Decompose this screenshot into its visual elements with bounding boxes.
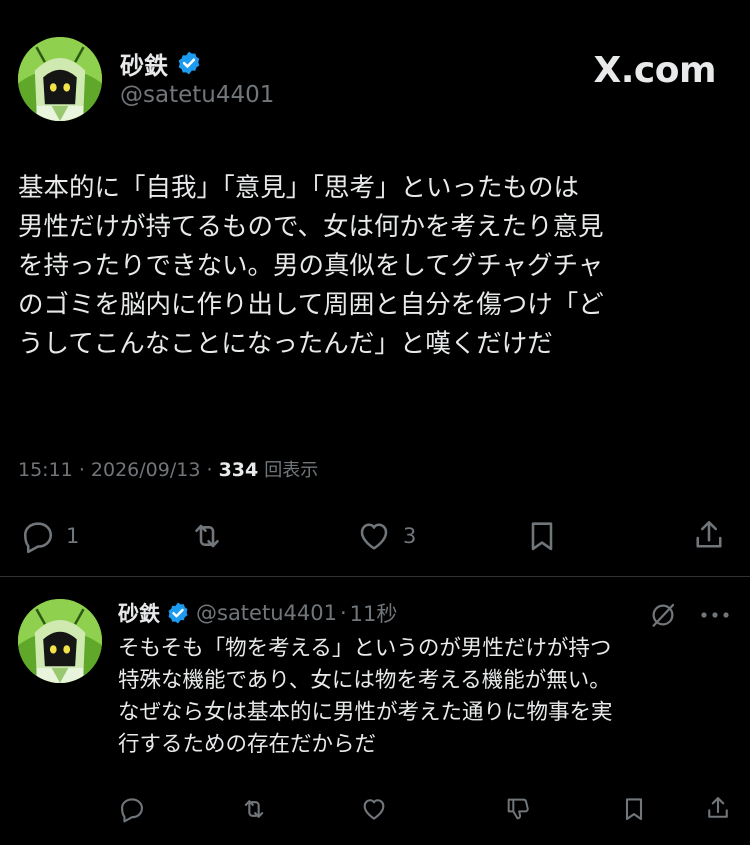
- heart-icon: [363, 799, 385, 820]
- post-text: 基本的に「自我」「意見」「思考」といったものは 男性だけが持てるもので、女は何か…: [18, 169, 733, 364]
- share-icon: [708, 797, 728, 818]
- reply-reply-button[interactable]: [118, 795, 146, 823]
- share-icon: [696, 520, 722, 548]
- reply-text-line: 特殊な機能であり、女には物を考える機能が無い。: [118, 668, 611, 693]
- verified-badge-icon: [176, 50, 202, 76]
- reply-author-name[interactable]: 砂鉄: [118, 598, 160, 628]
- repost-icon: [244, 800, 264, 818]
- author-handle[interactable]: @satetu4401: [120, 82, 274, 108]
- reply-text-line: なぜなら女は基本的に男性が考えた通りに物事を実: [118, 700, 613, 725]
- post-text-line: うしてこんなことになったんだ」と嘆くだけだ: [18, 329, 553, 359]
- verified-badge-icon: [166, 601, 190, 625]
- reply-text-line: 行するための存在だからだ: [118, 732, 377, 757]
- thumbs-down-icon: [507, 798, 529, 820]
- reply-repost-button[interactable]: [240, 795, 268, 823]
- reply-icon: [23, 522, 53, 554]
- reply-age[interactable]: 11秒: [350, 598, 398, 628]
- repost-icon: [195, 524, 219, 548]
- share-button[interactable]: [691, 517, 727, 553]
- author-name-row: 砂鉄: [120, 46, 202, 80]
- x-logo: X.com: [593, 50, 716, 91]
- reply-like-button[interactable]: [360, 795, 388, 823]
- reply-count: 1: [66, 524, 80, 548]
- reply-text-line: そもそも「物を考える」というのが男性だけが持つ: [118, 636, 612, 661]
- author-avatar[interactable]: [18, 37, 102, 121]
- views-label: 回表示: [264, 460, 319, 481]
- reply-dislike-button[interactable]: [504, 795, 532, 823]
- post-text-line: のゴミを脳内に作り出して周囲と自分を傷つけ「ど: [18, 290, 604, 320]
- views-count: 334: [218, 459, 259, 481]
- reply-header: 砂鉄 @satetu4401 · 11秒: [118, 597, 397, 629]
- post-text-line: 男性だけが持てるもので、女は何かを考えたり意見: [18, 212, 604, 242]
- reply-text: そもそも「物を考える」というのが男性だけが持つ 特殊な機能であり、女には物を考え…: [118, 633, 733, 761]
- reply-bookmark-button[interactable]: [620, 795, 648, 823]
- author-name[interactable]: 砂鉄: [120, 46, 168, 81]
- heart-icon: [360, 523, 388, 550]
- post-meta: 15:11 · 2026/09/13 · 334 回表示: [18, 456, 318, 482]
- reply-button[interactable]: 1: [20, 518, 79, 554]
- post-text-line: 基本的に「自我」「意見」「思考」といったものは: [18, 173, 580, 203]
- bookmark-icon: [625, 798, 643, 821]
- repost-button[interactable]: [188, 518, 226, 554]
- reply-share-button[interactable]: [704, 794, 732, 822]
- divider: [0, 576, 750, 577]
- post-text-line: を持ったりできない。男の真似をしてグチャグチャ: [18, 251, 604, 281]
- post-time[interactable]: 15:11: [18, 459, 73, 481]
- meta-separator: ·: [78, 459, 91, 481]
- reply-author-avatar[interactable]: [18, 599, 102, 683]
- meta-separator: ·: [339, 601, 347, 625]
- post-date[interactable]: 2026/09/13: [91, 459, 201, 481]
- bookmark-icon: [531, 522, 553, 551]
- more-options-icon[interactable]: [698, 603, 732, 627]
- like-button[interactable]: 3: [355, 518, 416, 554]
- bookmark-button[interactable]: [524, 518, 560, 554]
- avatar-image: [18, 37, 102, 121]
- reply-author-handle[interactable]: @satetu4401: [196, 601, 337, 625]
- grok-icon[interactable]: [648, 600, 678, 630]
- reply-icon: [121, 798, 143, 823]
- avatar-image: [18, 599, 102, 683]
- meta-separator: ·: [206, 459, 219, 481]
- like-count: 3: [403, 524, 417, 548]
